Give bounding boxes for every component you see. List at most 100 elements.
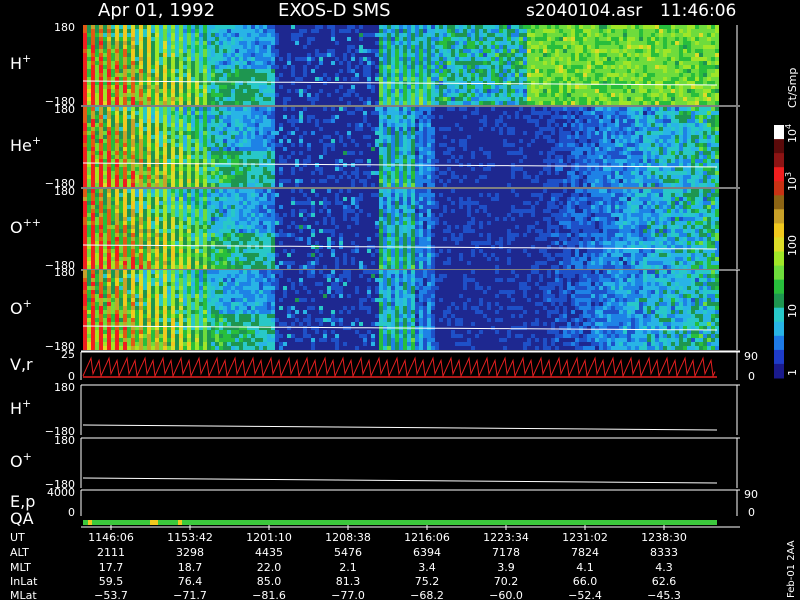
- heatmap-cell: [187, 25, 191, 29]
- heatmap-cell: [123, 179, 127, 183]
- heatmap-cell: [179, 29, 183, 33]
- heatmap-cell: [455, 33, 459, 37]
- heatmap-cell: [647, 131, 651, 135]
- heatmap-cell: [431, 175, 435, 179]
- heatmap-cell: [503, 101, 507, 105]
- heatmap-cell: [179, 85, 183, 89]
- heatmap-cell: [603, 159, 607, 163]
- heatmap-cell: [579, 139, 583, 143]
- heatmap-cell: [375, 171, 379, 175]
- heatmap-cell: [135, 49, 139, 53]
- heatmap-cell: [571, 73, 575, 77]
- heatmap-cell: [183, 175, 187, 179]
- heatmap-cell: [599, 119, 603, 123]
- heatmap-cell: [391, 29, 395, 33]
- heatmap-cell: [635, 53, 639, 57]
- heatmap-cell: [171, 127, 175, 131]
- heatmap-cell: [203, 61, 207, 65]
- heatmap-cell: [415, 41, 419, 45]
- heatmap-cell: [683, 85, 687, 89]
- heatmap-cell: [95, 73, 99, 77]
- heatmap-cell: [267, 41, 271, 45]
- heatmap-cell: [487, 65, 491, 69]
- heatmap-cell: [671, 65, 675, 69]
- heatmap-cell: [535, 33, 539, 37]
- heatmap-cell: [267, 167, 271, 171]
- heatmap-cell: [159, 97, 163, 101]
- heatmap-cell: [127, 147, 131, 151]
- heatmap-cell: [523, 101, 527, 105]
- heatmap-cell: [187, 171, 191, 175]
- heatmap-cell: [231, 33, 235, 37]
- heatmap-cell: [239, 65, 243, 69]
- heatmap-cell: [491, 107, 495, 111]
- heatmap-cell: [475, 93, 479, 97]
- heatmap-cell: [215, 155, 219, 159]
- heatmap-cell: [211, 33, 215, 37]
- heatmap-cell: [91, 89, 95, 93]
- heatmap-cell: [119, 93, 123, 97]
- heatmap-cell: [87, 151, 91, 155]
- heatmap-cell: [699, 29, 703, 33]
- heatmap-cell: [647, 155, 651, 159]
- heatmap-cell: [307, 37, 311, 41]
- heatmap-cell: [491, 127, 495, 131]
- heatmap-cell: [607, 167, 611, 171]
- heatmap-cell: [519, 101, 523, 105]
- heatmap-cell: [107, 85, 111, 89]
- heatmap-cell: [191, 147, 195, 151]
- heatmap-cell: [531, 53, 535, 57]
- heatmap-cell: [607, 61, 611, 65]
- heatmap-cell: [683, 123, 687, 127]
- heatmap-cell: [507, 127, 511, 131]
- heatmap-cell: [187, 119, 191, 123]
- heatmap-cell: [591, 69, 595, 73]
- heatmap-cell: [451, 53, 455, 57]
- heatmap-cell: [251, 97, 255, 101]
- heatmap-cell: [407, 143, 411, 147]
- heatmap-cell: [675, 77, 679, 81]
- heatmap-cell: [263, 175, 267, 179]
- heatmap-cell: [147, 77, 151, 81]
- heatmap-cell: [607, 33, 611, 37]
- heatmap-cell: [423, 167, 427, 171]
- heatmap-cell: [403, 33, 407, 37]
- heatmap-cell: [567, 179, 571, 183]
- heatmap-cell: [455, 73, 459, 77]
- heatmap-cell: [711, 61, 715, 65]
- heatmap-cell: [267, 89, 271, 93]
- heatmap-cell: [655, 25, 659, 29]
- heatmap-cell: [543, 89, 547, 93]
- heatmap-cell: [259, 37, 263, 41]
- heatmap-cell: [451, 155, 455, 159]
- heatmap-cell: [551, 73, 555, 77]
- heatmap-cell: [135, 143, 139, 147]
- heatmap-cell: [391, 77, 395, 81]
- heatmap-cell: [579, 159, 583, 163]
- heatmap-cell: [167, 77, 171, 81]
- heatmap-cell: [623, 49, 627, 53]
- heatmap-cell: [139, 25, 143, 29]
- heatmap-cell: [543, 25, 547, 29]
- heatmap-cell: [479, 77, 483, 81]
- heatmap-cell: [111, 89, 115, 93]
- heatmap-cell: [391, 49, 395, 53]
- heatmap-cell: [639, 183, 643, 187]
- heatmap-cell: [547, 77, 551, 81]
- heatmap-cell: [407, 69, 411, 73]
- heatmap-cell: [243, 123, 247, 127]
- heatmap-cell: [527, 175, 531, 179]
- heatmap-cell: [547, 151, 551, 155]
- heatmap-cell: [463, 77, 467, 81]
- heatmap-cell: [215, 147, 219, 151]
- heatmap-cell: [531, 57, 535, 61]
- heatmap-cell: [355, 127, 359, 131]
- heatmap-cell: [255, 45, 259, 49]
- heatmap-cell: [467, 53, 471, 57]
- heatmap-cell: [679, 25, 683, 29]
- heatmap-cell: [83, 107, 87, 111]
- heatmap-cell: [559, 147, 563, 151]
- heatmap-cell: [307, 115, 311, 119]
- heatmap-cell: [407, 41, 411, 45]
- heatmap-cell: [555, 41, 559, 45]
